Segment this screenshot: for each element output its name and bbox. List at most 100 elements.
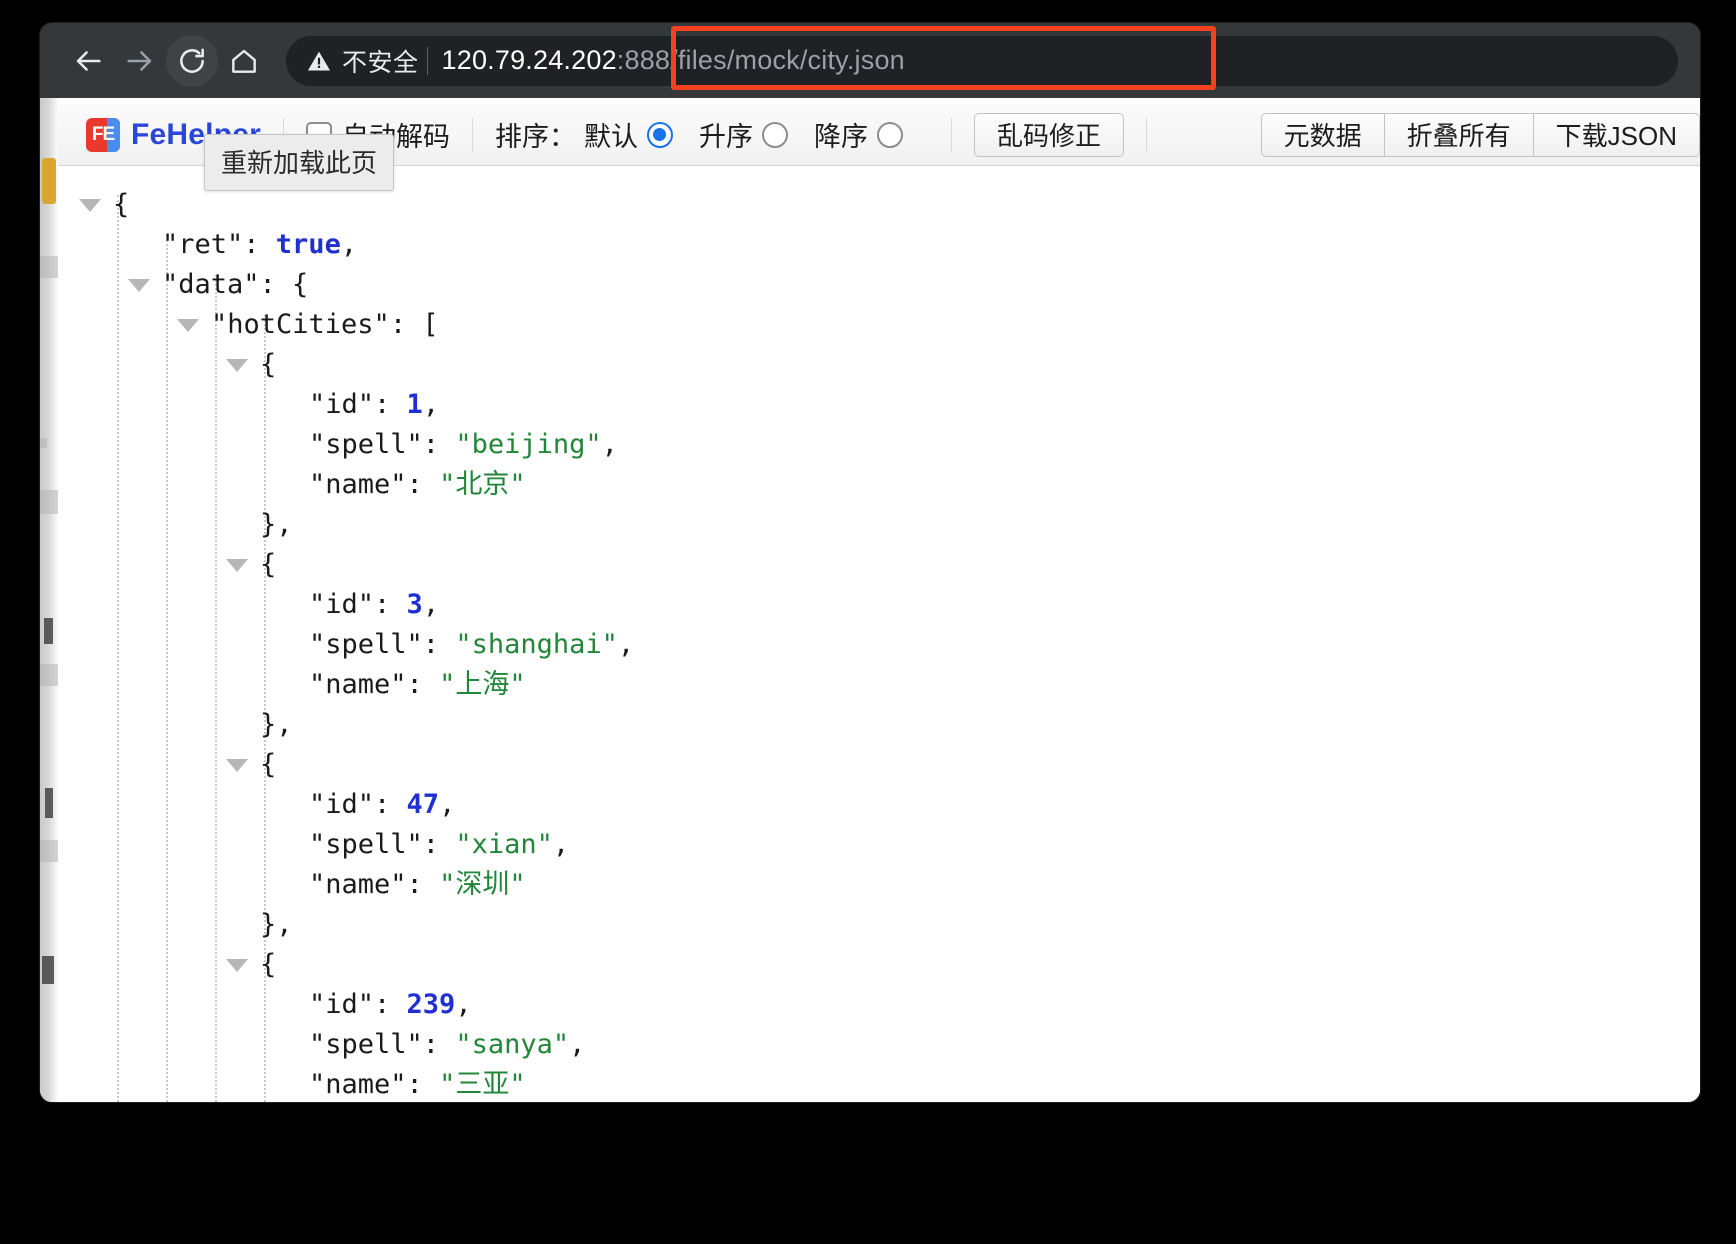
url-host: 120.79.24.202 xyxy=(441,45,617,75)
json-line: "name": "北京" xyxy=(58,465,1700,505)
toolbar-divider xyxy=(950,117,952,152)
toolbar-divider xyxy=(1146,117,1147,152)
json-line-text: "hotCities": [ xyxy=(211,305,439,345)
json-token: "上海" xyxy=(439,669,526,700)
json-token: "spell" xyxy=(309,629,423,660)
collapse-triangle-icon[interactable] xyxy=(128,279,150,292)
json-token: 239 xyxy=(406,989,456,1020)
radio-desc-icon[interactable] xyxy=(876,121,903,148)
json-token: : xyxy=(422,829,456,860)
json-line-text: "name": "三亚" xyxy=(309,1065,526,1102)
json-token: "name" xyxy=(309,469,407,500)
json-line: { xyxy=(58,345,1700,385)
home-icon xyxy=(232,49,256,73)
json-line-text: }, xyxy=(260,905,293,945)
home-button[interactable] xyxy=(218,35,270,87)
json-line-text: }, xyxy=(260,705,293,745)
json-line-text: "id": 239, xyxy=(309,985,472,1025)
reload-tooltip: 重新加载此页 xyxy=(204,134,395,191)
json-token: : xyxy=(243,229,276,260)
json-token: , xyxy=(552,829,570,860)
sort-option-default-label: 默认 xyxy=(583,122,638,152)
json-token: "id" xyxy=(309,989,375,1020)
json-token: "ret" xyxy=(162,229,244,260)
collapse-all-button[interactable]: 折叠所有 xyxy=(1383,112,1534,157)
json-token: 3 xyxy=(406,589,423,620)
download-json-button[interactable]: 下载JSON xyxy=(1532,112,1700,157)
json-token: , xyxy=(340,229,358,260)
json-token: "spell" xyxy=(309,1029,423,1060)
address-bar[interactable]: 不安全 120.79.24.202:888/files/mock/city.js… xyxy=(286,25,1678,90)
reload-button[interactable] xyxy=(166,34,218,87)
arrow-left-icon xyxy=(76,50,101,71)
security-indicator[interactable]: 不安全 xyxy=(306,43,425,79)
json-line: "id": 239, xyxy=(58,985,1700,1025)
json-token: "id" xyxy=(309,389,375,420)
json-token: : xyxy=(374,589,407,620)
json-line-text: "spell": "xian", xyxy=(309,825,569,865)
json-token: , xyxy=(439,789,456,820)
json-line-text: "name": "上海" xyxy=(309,665,526,705)
collapse-triangle-icon[interactable] xyxy=(79,199,101,212)
json-token: "深圳" xyxy=(439,869,526,900)
json-token: , xyxy=(601,429,618,460)
json-line: "hotCities": [ xyxy=(58,305,1700,345)
json-line-text: "id": 47, xyxy=(309,785,455,825)
json-token: : { xyxy=(259,269,309,300)
json-line-text: { xyxy=(113,185,129,225)
json-token: : xyxy=(422,429,456,460)
sort-option-default[interactable]: 默认 xyxy=(584,115,673,154)
json-token: "北京" xyxy=(439,469,526,500)
json-token: , xyxy=(569,1029,586,1060)
url-text[interactable]: 120.79.24.202:888/files/mock/city.json xyxy=(442,45,905,76)
radio-default-icon[interactable] xyxy=(646,121,673,148)
json-token: : xyxy=(406,869,440,900)
json-token: : xyxy=(422,1029,456,1060)
collapse-triangle-icon[interactable] xyxy=(226,759,248,772)
forward-button[interactable] xyxy=(114,35,166,87)
json-token: : xyxy=(374,789,407,820)
json-token: "xian" xyxy=(455,829,553,860)
json-token: , xyxy=(617,629,635,660)
json-viewer[interactable]: {"ret": true, "data": {"hotCities": [{"id… xyxy=(58,167,1700,1102)
json-line-text: "name": "北京" xyxy=(309,465,526,505)
sort-option-asc[interactable]: 升序 xyxy=(699,115,788,154)
json-line: "name": "三亚" xyxy=(58,1065,1700,1102)
json-line-text: "spell": "shanghai", xyxy=(309,625,634,665)
collapse-triangle-icon[interactable] xyxy=(177,319,199,332)
json-line-text: "id": 1, xyxy=(309,385,439,425)
sort-control-group: 排序： 默认 升序 降序 xyxy=(495,115,929,154)
radio-asc-icon[interactable] xyxy=(761,121,788,148)
json-token: "id" xyxy=(309,789,375,820)
json-line: { xyxy=(58,945,1700,985)
collapse-triangle-icon[interactable] xyxy=(226,359,248,372)
json-token: "name" xyxy=(309,669,407,700)
json-line-text: }, xyxy=(260,505,293,545)
json-line: "data": { xyxy=(58,265,1700,305)
json-token: 1 xyxy=(406,389,423,420)
json-token: { xyxy=(260,549,277,580)
fix-garbled-button[interactable]: 乱码修正 xyxy=(973,112,1124,157)
collapse-triangle-icon[interactable] xyxy=(226,959,248,972)
sort-option-desc[interactable]: 降序 xyxy=(814,115,903,154)
json-token: : xyxy=(374,389,407,420)
json-token: : xyxy=(422,629,456,660)
json-line: "spell": "xian", xyxy=(58,825,1700,865)
metadata-button[interactable]: 元数据 xyxy=(1260,112,1385,157)
json-token: "beijing" xyxy=(455,429,602,460)
json-line: "spell": "sanya", xyxy=(58,1025,1700,1065)
json-token: { xyxy=(260,749,277,780)
json-lines: {"ret": true, "data": {"hotCities": [{"id… xyxy=(58,185,1700,1102)
json-token: "sanya" xyxy=(455,1029,570,1060)
security-label: 不安全 xyxy=(342,48,419,77)
json-token: "三亚" xyxy=(439,1069,526,1100)
json-line-text: { xyxy=(260,345,276,385)
json-token: "shanghai" xyxy=(455,629,618,660)
json-token: { xyxy=(260,949,277,980)
fehelper-logo-icon: FE xyxy=(86,117,120,152)
json-line: "ret": true, xyxy=(58,225,1700,265)
collapse-triangle-icon[interactable] xyxy=(226,559,248,572)
json-token: "name" xyxy=(309,869,407,900)
back-button[interactable] xyxy=(62,35,114,87)
json-token: "spell" xyxy=(309,829,423,860)
